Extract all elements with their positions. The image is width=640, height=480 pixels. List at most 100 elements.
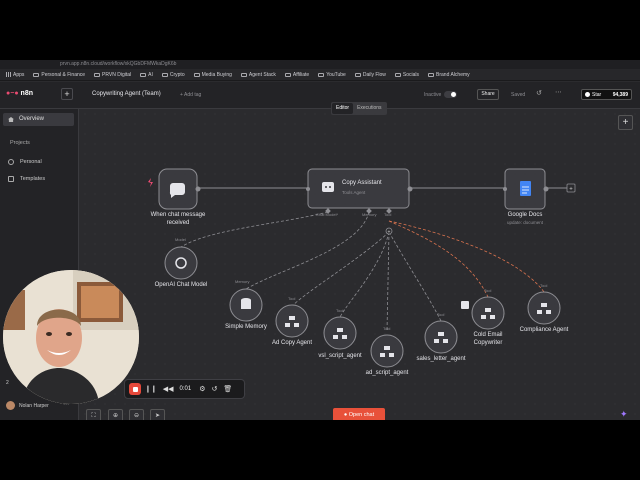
screen-recorder-bar: ❙❙ ◀◀ 0:01 ⚙ ↺ 🗑 bbox=[124, 379, 245, 399]
more-options-icon[interactable]: ⋯ bbox=[555, 88, 562, 96]
folder-icon bbox=[284, 72, 291, 77]
n8n-logo[interactable]: ●−● n8n bbox=[6, 90, 33, 97]
connection-memory bbox=[245, 211, 370, 290]
port-label-tool: Tool bbox=[383, 326, 391, 331]
port-label-chat-model: Chat Model* bbox=[316, 212, 339, 217]
folder-icon bbox=[394, 72, 401, 77]
n8n-logo-mark-icon: ●−● bbox=[6, 90, 19, 97]
folder-icon bbox=[193, 72, 200, 77]
zoom-out-button[interactable]: ⊖ bbox=[129, 409, 144, 420]
fit-view-button[interactable]: ⛶ bbox=[86, 409, 101, 420]
bookmark-folder[interactable]: YouTube bbox=[318, 72, 346, 78]
folder-icon bbox=[428, 72, 435, 77]
sidebar-item-overview[interactable]: Overview bbox=[3, 113, 74, 126]
sidebar-item-personal[interactable]: Personal bbox=[8, 159, 42, 165]
avatar bbox=[6, 401, 15, 410]
connection-tool-vsl bbox=[339, 231, 390, 318]
docs-subtitle: update: document bbox=[506, 220, 544, 225]
apps-grid-icon bbox=[6, 72, 11, 77]
port-label-memory: Memory bbox=[362, 212, 377, 217]
robot-icon bbox=[322, 182, 334, 192]
webcam-overlay bbox=[3, 270, 139, 404]
port-label-tool: Tool bbox=[336, 308, 344, 313]
node-ad-copy-agent bbox=[275, 304, 309, 338]
svg-text:+: + bbox=[569, 187, 573, 193]
tab-editor[interactable]: Editor bbox=[332, 103, 354, 114]
bookmark-folder[interactable]: Media Buying bbox=[193, 72, 232, 78]
bookmark-folder[interactable]: AI bbox=[140, 72, 153, 78]
templates-icon bbox=[8, 176, 14, 182]
projects-header: Projects bbox=[10, 140, 30, 146]
editor-tabs: Editor Executions bbox=[331, 102, 387, 115]
folder-icon bbox=[33, 72, 40, 77]
toggle-knob bbox=[451, 92, 456, 97]
node-openai-model bbox=[164, 246, 198, 280]
user-menu[interactable]: Nolan Harper bbox=[6, 401, 49, 410]
ad-script-agent-label: ad_script_agent bbox=[365, 370, 409, 376]
port-label-model: Model bbox=[175, 237, 186, 242]
vsl-script-agent-label: vsl_script_agent bbox=[318, 353, 362, 359]
workflow-canvas[interactable]: + + When chat message received Copy Assi… bbox=[80, 109, 640, 420]
app-header: ●−● n8n + Copywriting Agent (Team) + Add … bbox=[0, 82, 640, 109]
bookmark-folder[interactable]: PRVN Digital bbox=[94, 72, 131, 78]
saved-status: Saved bbox=[511, 92, 526, 98]
workflow-title[interactable]: Copywriting Agent (Team) bbox=[92, 91, 161, 97]
active-toggle[interactable] bbox=[444, 91, 457, 98]
restart-icon[interactable]: ↺ bbox=[211, 385, 217, 393]
connection-tool-coldemail bbox=[388, 220, 489, 298]
select-tool-button[interactable]: ➤ bbox=[150, 409, 165, 420]
ad-copy-agent-label: Ad Copy Agent bbox=[271, 340, 313, 346]
trash-icon[interactable]: 🗑 bbox=[223, 385, 232, 393]
folder-icon bbox=[161, 72, 168, 77]
google-docs-icon bbox=[520, 181, 531, 196]
port-label-tool: Tool bbox=[540, 283, 548, 288]
bookmark-folder[interactable]: Crypto bbox=[161, 72, 185, 78]
share-button[interactable]: Share bbox=[477, 89, 499, 100]
connection-tool-adscript bbox=[386, 231, 390, 332]
folder-icon bbox=[140, 72, 147, 77]
add-tag-link[interactable]: + Add tag bbox=[180, 92, 201, 98]
history-icon[interactable]: ↺ bbox=[536, 89, 542, 97]
zoom-in-button[interactable]: ⊕ bbox=[108, 409, 123, 420]
sidebar-item-templates[interactable]: Templates bbox=[8, 176, 45, 182]
svg-text:+: + bbox=[388, 230, 391, 236]
folder-icon bbox=[318, 72, 325, 77]
port-label-tool: Tool bbox=[484, 288, 492, 293]
sales-letter-agent-label: sales_letter_agent bbox=[416, 356, 466, 362]
pause-icon[interactable]: ❙❙ bbox=[145, 385, 157, 393]
browser-url-bar[interactable]: prvn.app.n8n.cloud/workflow/xkQGbDFMWkaD… bbox=[0, 60, 640, 69]
connection-tool-adcopy bbox=[291, 231, 390, 307]
presenter-video bbox=[3, 270, 139, 404]
sidebar-count: 2 bbox=[6, 380, 9, 386]
cold-email-label-line2: Copywriter bbox=[473, 340, 503, 346]
bookmark-folder[interactable]: Agent Stack bbox=[240, 72, 276, 78]
trigger-label: When chat message bbox=[150, 212, 206, 218]
docs-label: Google Docs bbox=[507, 212, 543, 218]
create-button[interactable]: + bbox=[61, 88, 73, 100]
agent-subtitle: Tools Agent bbox=[342, 190, 366, 195]
openai-label: OpenAI Chat Model bbox=[154, 282, 208, 288]
bookmark-folder[interactable]: Socials bbox=[394, 72, 419, 78]
folder-icon bbox=[354, 72, 361, 77]
tab-executions[interactable]: Executions bbox=[353, 103, 385, 114]
stop-recording-button[interactable] bbox=[129, 383, 141, 395]
folder-icon bbox=[240, 72, 247, 77]
port-label-memory-node: Memory bbox=[235, 279, 250, 284]
bookmark-folder[interactable]: Brand Alchemy bbox=[428, 72, 470, 78]
node-cold-email bbox=[471, 296, 505, 330]
delete-connection-icon bbox=[461, 301, 469, 309]
settings-icon[interactable]: ⚙ bbox=[199, 385, 205, 393]
url-text: prvn.app.n8n.cloud/workflow/xkQGbDFMWkaD… bbox=[60, 61, 177, 67]
bookmark-apps[interactable]: Apps bbox=[6, 72, 24, 78]
add-node-button[interactable]: + bbox=[618, 115, 633, 130]
user-icon bbox=[8, 159, 14, 165]
rewind-icon[interactable]: ◀◀ bbox=[163, 385, 174, 393]
memory-label: Simple Memory bbox=[225, 324, 267, 330]
open-chat-button[interactable]: ● Open chat bbox=[333, 408, 385, 420]
github-star-button[interactable]: Star 94,389 bbox=[581, 89, 632, 100]
bookmark-folder[interactable]: Daily Flow bbox=[354, 72, 386, 78]
home-icon bbox=[8, 117, 14, 122]
bookmark-folder[interactable]: Affiliate bbox=[284, 72, 309, 78]
ai-assistant-icon[interactable]: ✦ bbox=[620, 409, 628, 420]
bookmark-folder[interactable]: Personal & Finance bbox=[33, 72, 85, 78]
